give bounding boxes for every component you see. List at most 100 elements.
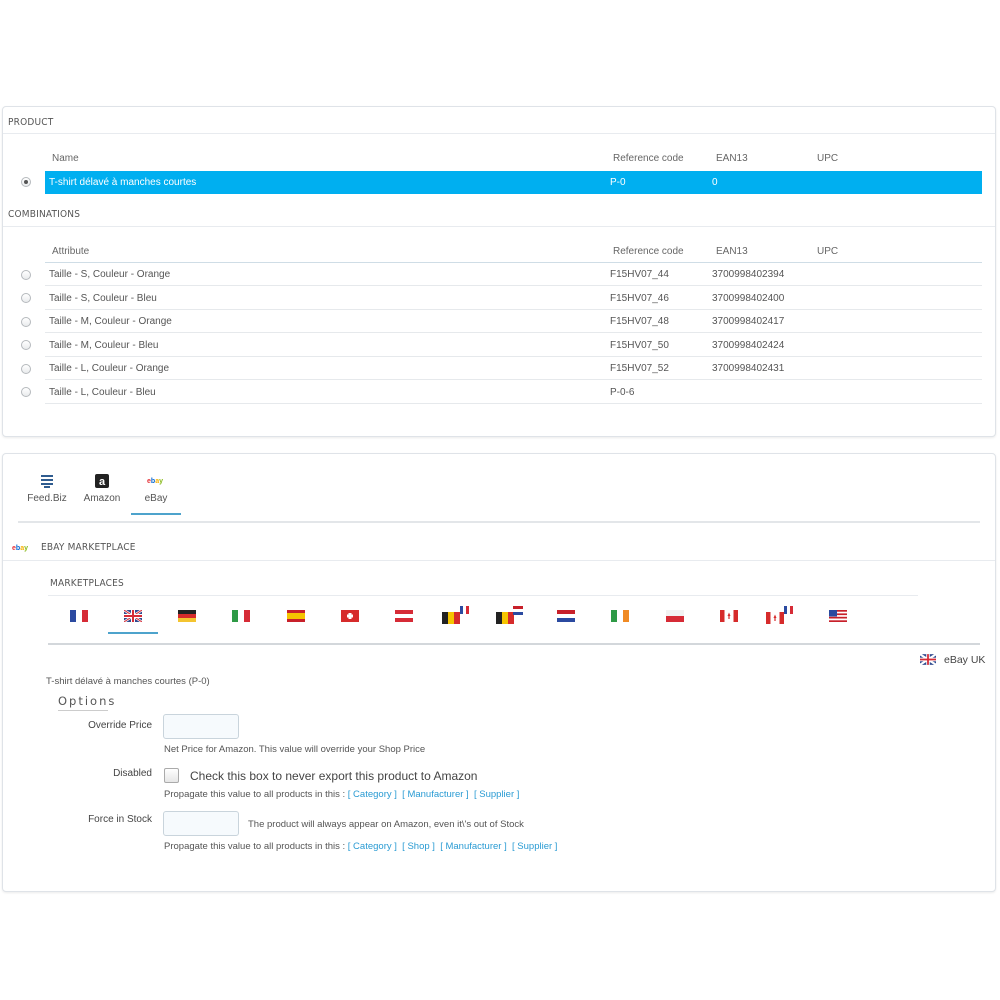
usa-flag[interactable]	[829, 610, 847, 622]
combination-reference: F15HV07_46	[610, 293, 669, 304]
combination-attribute: Taille - S, Couleur - Bleu	[49, 293, 157, 304]
italy-flag[interactable]	[232, 610, 250, 622]
propagate-text: Propagate this value to all products in …	[164, 841, 346, 852]
austria-flag[interactable]	[395, 610, 413, 622]
column-header-ean13: EAN13	[716, 246, 748, 257]
tab-label: eBay	[144, 493, 168, 504]
propagate-shop-link[interactable]: [ Shop ]	[402, 841, 435, 852]
propagate-text: Propagate this value to all products in …	[164, 789, 346, 800]
product-radio[interactable]	[21, 177, 31, 187]
override-price-help: Net Price for Amazon. This value will ov…	[164, 744, 426, 755]
legend-underline	[58, 710, 108, 711]
ebay-marketplace-heading: EBAY MARKETPLACE	[41, 542, 136, 553]
switzerland-flag[interactable]	[341, 610, 359, 622]
disabled-propagate: Propagate this value to all products in …	[164, 789, 519, 800]
propagate-category-link[interactable]: [ Category ]	[348, 841, 397, 852]
combination-reference: P-0-6	[610, 387, 635, 398]
germany-flag[interactable]	[178, 610, 196, 622]
belgium-nl-flag[interactable]	[496, 606, 524, 624]
ebay-icon: ebay	[147, 478, 163, 485]
combination-radio[interactable]	[21, 340, 31, 350]
force-in-stock-input[interactable]	[163, 811, 239, 836]
propagate-manufacturer-link[interactable]: [ Manufacturer ]	[440, 841, 507, 852]
svg-text:ebay: ebay	[147, 478, 163, 485]
marketplaces-divider	[48, 643, 980, 645]
feedbiz-icon	[41, 475, 53, 488]
combination-attribute: Taille - L, Couleur - Bleu	[49, 387, 156, 398]
propagate-category-link[interactable]: [ Category ]	[348, 789, 397, 800]
canada-flag[interactable]	[720, 610, 738, 622]
combination-reference: F15HV07_52	[610, 363, 669, 374]
combination-radio[interactable]	[21, 293, 31, 303]
combination-radio[interactable]	[21, 317, 31, 327]
combination-ean13: 3700998402400	[712, 293, 785, 304]
propagate-supplier-link[interactable]: [ Supplier ]	[512, 841, 557, 852]
svg-text:ebay: ebay	[12, 545, 28, 552]
combination-radio[interactable]	[21, 270, 31, 280]
combination-attribute: Taille - M, Couleur - Bleu	[49, 340, 159, 351]
marketplaces-heading: MARKETPLACES	[50, 578, 124, 589]
column-header-reference: Reference code	[613, 246, 684, 257]
column-header-upc: UPC	[817, 153, 839, 164]
france-flag[interactable]	[70, 610, 88, 622]
column-header-name: Name	[52, 153, 79, 164]
svg-text:a: a	[99, 476, 106, 488]
divider	[48, 595, 918, 596]
combination-attribute: Taille - S, Couleur - Orange	[49, 269, 171, 280]
combination-reference: F15HV07_44	[610, 269, 669, 280]
tab-feedbiz[interactable]: Feed.Biz	[27, 473, 67, 504]
combination-ean13: 3700998402431	[712, 363, 785, 374]
product-reference: P-0	[610, 177, 626, 188]
tab-amazon[interactable]: a Amazon	[82, 473, 122, 504]
belgium-fr-flag[interactable]	[442, 606, 470, 624]
combinations-heading: COMBINATIONS	[8, 209, 81, 220]
selected-marketplace-indicator	[108, 632, 158, 634]
combination-ean13: 3700998402417	[712, 316, 785, 327]
ireland-flag[interactable]	[611, 610, 629, 622]
product-row[interactable]: T-shirt délavé à manches courtes P-0 0	[45, 171, 982, 194]
combination-attribute: Taille - L, Couleur - Orange	[49, 363, 170, 374]
propagate-manufacturer-link[interactable]: [ Manufacturer ]	[402, 789, 469, 800]
disabled-label: Disabled	[113, 768, 152, 779]
override-price-input[interactable]	[163, 714, 239, 739]
combination-attribute: Taille - M, Couleur - Orange	[49, 316, 172, 327]
force-in-stock-help: The product will always appear on Amazon…	[248, 819, 524, 830]
combination-ean13: 3700998402394	[712, 269, 785, 280]
poland-flag[interactable]	[666, 610, 684, 622]
column-header-upc: UPC	[817, 246, 839, 257]
table-row[interactable]: Taille - L, Couleur - Orange F15HV07_52 …	[45, 357, 982, 380]
override-price-label: Override Price	[88, 720, 152, 731]
tabs-divider	[18, 521, 980, 523]
divider	[3, 226, 995, 227]
product-line: T-shirt délavé à manches courtes (P-0)	[46, 676, 210, 687]
active-tab-indicator	[131, 513, 181, 515]
table-row[interactable]: Taille - L, Couleur - Bleu P-0-6	[45, 381, 982, 404]
propagate-supplier-link[interactable]: [ Supplier ]	[474, 789, 519, 800]
disabled-checkbox-text: Check this box to never export this prod…	[190, 769, 478, 783]
product-heading: PRODUCT	[8, 117, 54, 128]
table-row[interactable]: Taille - M, Couleur - Bleu F15HV07_50 37…	[45, 334, 982, 357]
spain-flag[interactable]	[287, 610, 305, 622]
table-row[interactable]: Taille - S, Couleur - Orange F15HV07_44 …	[45, 263, 982, 286]
product-name: T-shirt délavé à manches courtes	[49, 177, 197, 188]
column-header-reference: Reference code	[613, 153, 684, 164]
combination-ean13: 3700998402424	[712, 340, 785, 351]
uk-flag[interactable]	[124, 610, 142, 622]
netherlands-flag[interactable]	[557, 610, 575, 622]
canada-fr-flag[interactable]	[766, 606, 794, 624]
tab-ebay[interactable]: ebay eBay	[134, 473, 178, 504]
combination-reference: F15HV07_48	[610, 316, 669, 327]
combination-radio[interactable]	[21, 387, 31, 397]
tab-label: Feed.Biz	[27, 493, 67, 504]
ebay-logo-icon: ebay	[12, 545, 28, 552]
column-header-ean13: EAN13	[716, 153, 748, 164]
divider	[3, 133, 995, 134]
disabled-checkbox[interactable]	[164, 768, 179, 783]
marketplace-site-label: eBay UK	[944, 654, 986, 666]
combination-radio[interactable]	[21, 364, 31, 374]
table-row[interactable]: Taille - S, Couleur - Bleu F15HV07_46 37…	[45, 287, 982, 310]
uk-flag-icon	[920, 654, 936, 665]
amazon-icon: a	[95, 474, 109, 488]
table-row[interactable]: Taille - M, Couleur - Orange F15HV07_48 …	[45, 310, 982, 333]
product-ean13: 0	[712, 177, 718, 188]
